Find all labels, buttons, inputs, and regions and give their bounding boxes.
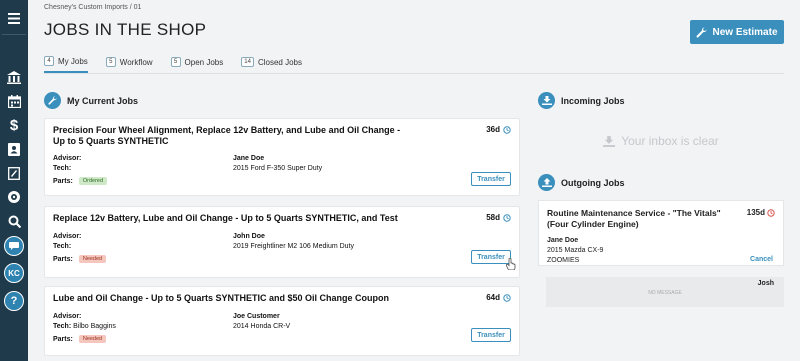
tab-label: Open Jobs [184, 57, 224, 67]
vehicle: 2019 Freightliner M2 106 Medium Duty [233, 243, 355, 250]
message-text: NO MESSAGE [648, 290, 682, 296]
tab-label: Workflow [119, 57, 153, 67]
outgoing-job-card[interactable]: Routine Maintenance Service - "The Vital… [538, 200, 784, 266]
job-title[interactable]: Replace 12v Battery, Lube and Oil Change… [53, 213, 433, 224]
tech-label: Tech: [53, 165, 72, 172]
sidebar: $ KC ? [0, 0, 28, 361]
page-title: JOBS IN THE SHOP [44, 20, 207, 39]
avatar-initials: KC [4, 263, 24, 283]
transfer-message-box: Josh NO MESSAGE [546, 277, 784, 307]
incoming-jobs-heading-label: Incoming Jobs [561, 95, 625, 106]
cancel-button[interactable]: Cancel [750, 256, 773, 263]
transfer-button[interactable]: Transfer [471, 250, 511, 264]
address-book-icon[interactable] [0, 137, 28, 161]
tech-name: Bilbo Baggins [73, 323, 116, 330]
dollar-icon[interactable]: $ [0, 113, 28, 137]
outgoing-customer: Jane Doe [547, 237, 579, 244]
upload-icon [538, 174, 555, 191]
estimate-icon[interactable] [0, 161, 28, 185]
menu-icon[interactable] [0, 6, 28, 30]
breadcrumb[interactable]: Chesney's Custom Imports / 01 [44, 4, 141, 11]
tab-count: 14 [241, 57, 254, 67]
parts-row: Parts: Ordered [53, 177, 108, 185]
main-content: Chesney's Custom Imports / 01 JOBS IN TH… [28, 0, 800, 361]
user-avatar[interactable]: KC [0, 259, 28, 287]
transfer-button[interactable]: Transfer [471, 328, 511, 342]
clock-icon [503, 293, 511, 302]
tab-my-jobs[interactable]: 4 My Jobs [44, 54, 88, 73]
tab-count: 5 [105, 57, 116, 67]
outgoing-job-age-value: 135d [746, 208, 765, 217]
parts-row: Parts: Needed [53, 335, 107, 343]
parts-row: Parts: Needed [53, 255, 107, 263]
new-estimate-label: New Estimate [712, 26, 778, 38]
chat-icon[interactable] [0, 233, 28, 259]
tab-label: My Jobs [58, 56, 88, 66]
job-card[interactable]: Lube and Oil Change - Up to 5 Quarts SYN… [44, 286, 520, 356]
wrench-icon [44, 92, 61, 109]
vehicle: 2015 Ford F-350 Super Duty [233, 165, 323, 172]
tabs-divider [44, 73, 784, 74]
job-card[interactable]: Replace 12v Battery, Lube and Oil Change… [44, 206, 520, 278]
outgoing-job-age: 135d [747, 208, 775, 217]
job-age: 36d [486, 125, 511, 134]
vehicle: 2014 Honda CR-V [233, 323, 291, 330]
hand-cursor-icon [506, 258, 516, 270]
parts-status-badge: Needed [78, 335, 107, 343]
outgoing-vehicle: 2015 Mazda CX-9 [547, 247, 604, 254]
advisor-label: Advisor: [53, 155, 82, 162]
help-glyph: ? [4, 291, 24, 311]
tab-closed-jobs[interactable]: 14 Closed Jobs [241, 54, 302, 73]
clock-icon [767, 208, 775, 217]
transfer-button[interactable]: Transfer [471, 172, 511, 186]
tech-label: Tech: [53, 243, 72, 250]
inbox-empty-state: Your inbox is clear [538, 118, 784, 164]
outgoing-nickname: ZOOMIES [547, 257, 580, 264]
advisor-name: Jane Doe [233, 155, 265, 162]
job-card[interactable]: Precision Four Wheel Alignment, Replace … [44, 118, 520, 196]
tab-open-jobs[interactable]: 5 Open Jobs [170, 54, 224, 73]
tech-label: Tech: Bilbo Baggins [53, 323, 116, 330]
job-age-value: 36d [486, 125, 500, 134]
shop-icon[interactable] [0, 65, 28, 89]
clock-icon [503, 125, 511, 134]
message-sender: Josh [757, 280, 774, 287]
help-icon[interactable]: ? [0, 287, 28, 315]
advisor-label: Advisor: [53, 313, 82, 320]
wrench-icon [696, 26, 707, 38]
job-age-value: 58d [486, 213, 500, 222]
parts-status-badge: Ordered [78, 177, 108, 185]
parts-status-badge: Needed [78, 255, 107, 263]
download-icon [603, 135, 616, 147]
incoming-jobs-heading: Incoming Jobs [538, 92, 625, 109]
outgoing-jobs-heading-label: Outgoing Jobs [561, 177, 625, 188]
calendar-icon[interactable] [0, 89, 28, 113]
new-estimate-button[interactable]: New Estimate [690, 20, 784, 44]
download-icon [538, 92, 555, 109]
outgoing-jobs-heading: Outgoing Jobs [538, 174, 625, 191]
clock-icon [503, 213, 511, 222]
advisor-name: Joe Customer [233, 313, 280, 320]
my-jobs-heading: My Current Jobs [44, 92, 138, 109]
job-age-value: 64d [486, 293, 500, 302]
job-age: 64d [486, 293, 511, 302]
job-title[interactable]: Precision Four Wheel Alignment, Replace … [53, 125, 413, 147]
job-title[interactable]: Lube and Oil Change - Up to 5 Quarts SYN… [53, 293, 453, 304]
my-jobs-heading-label: My Current Jobs [67, 95, 139, 106]
tab-count: 5 [170, 57, 181, 67]
tab-count: 4 [44, 56, 54, 66]
advisor-label: Advisor: [53, 233, 82, 240]
inbox-empty-text: Your inbox is clear [621, 134, 719, 148]
outgoing-job-title[interactable]: Routine Maintenance Service - "The Vital… [547, 208, 727, 230]
advisor-name: John Doe [233, 233, 265, 240]
tab-label: Closed Jobs [257, 57, 302, 67]
tire-icon[interactable] [0, 185, 28, 209]
job-tabs: 4 My Jobs 5 Workflow 5 Open Jobs 14 Clos… [44, 54, 320, 73]
search-icon[interactable] [0, 209, 28, 233]
tab-workflow[interactable]: 5 Workflow [105, 54, 153, 73]
job-age: 58d [486, 213, 511, 222]
